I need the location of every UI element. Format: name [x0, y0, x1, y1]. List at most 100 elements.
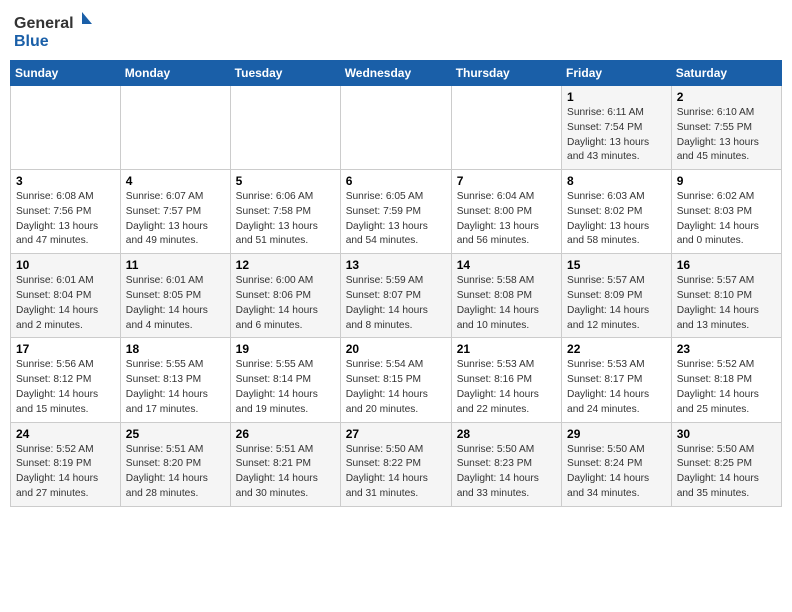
day-info: Sunrise: 6:06 AM Sunset: 7:58 PM Dayligh…	[236, 190, 335, 249]
weekday-header-sunday: Sunday	[11, 61, 121, 86]
calendar-cell: 25 Sunrise: 5:51 AM Sunset: 8:20 PM Dayli…	[120, 422, 230, 506]
calendar-cell: 26 Sunrise: 5:51 AM Sunset: 8:21 PM Dayli…	[230, 422, 340, 506]
day-number: 1	[567, 90, 666, 104]
calendar-week-row: 3 Sunrise: 6:08 AM Sunset: 7:56 PM Daylig…	[11, 170, 782, 254]
calendar-cell: 22Sunrise: 5:53 AM Sunset: 8:17 PM Dayli…	[562, 338, 672, 422]
day-number: 20	[346, 342, 446, 356]
day-info: Sunrise: 5:55 AM Sunset: 8:13 PM Dayligh…	[126, 358, 225, 417]
calendar-week-row: 1Sunrise: 6:11 AM Sunset: 7:54 PM Daylig…	[11, 86, 782, 170]
calendar-cell: 12 Sunrise: 6:00 AM Sunset: 8:06 PM Dayli…	[230, 254, 340, 338]
calendar-cell: 23 Sunrise: 5:52 AM Sunset: 8:18 PM Dayli…	[671, 338, 781, 422]
calendar-cell: 16 Sunrise: 5:57 AM Sunset: 8:10 PM Dayli…	[671, 254, 781, 338]
calendar-cell: 13 Sunrise: 5:59 AM Sunset: 8:07 PM Dayli…	[340, 254, 451, 338]
day-number: 17	[16, 342, 115, 356]
day-info: Sunrise: 5:51 AM Sunset: 8:21 PM Dayligh…	[236, 443, 335, 502]
day-number: 8	[567, 174, 666, 188]
day-info: Sunrise: 5:50 AM Sunset: 8:23 PM Dayligh…	[457, 443, 556, 502]
weekday-header-saturday: Saturday	[671, 61, 781, 86]
calendar-cell: 18Sunrise: 5:55 AM Sunset: 8:13 PM Dayli…	[120, 338, 230, 422]
day-info: Sunrise: 6:10 AM Sunset: 7:55 PM Dayligh…	[677, 106, 776, 165]
day-info: Sunrise: 5:54 AM Sunset: 8:15 PM Dayligh…	[346, 358, 446, 417]
day-info: Sunrise: 6:00 AM Sunset: 8:06 PM Dayligh…	[236, 274, 335, 333]
calendar-week-row: 24 Sunrise: 5:52 AM Sunset: 8:19 PM Dayli…	[11, 422, 782, 506]
day-info: Sunrise: 6:08 AM Sunset: 7:56 PM Dayligh…	[16, 190, 115, 249]
calendar-cell	[451, 86, 561, 170]
day-number: 5	[236, 174, 335, 188]
day-info: Sunrise: 6:05 AM Sunset: 7:59 PM Dayligh…	[346, 190, 446, 249]
calendar-cell: 2 Sunrise: 6:10 AM Sunset: 7:55 PM Daylig…	[671, 86, 781, 170]
day-info: Sunrise: 5:56 AM Sunset: 8:12 PM Dayligh…	[16, 358, 115, 417]
svg-text:Blue: Blue	[14, 33, 49, 50]
day-info: Sunrise: 5:50 AM Sunset: 8:25 PM Dayligh…	[677, 443, 776, 502]
weekday-header-row: SundayMondayTuesdayWednesdayThursdayFrid…	[11, 61, 782, 86]
calendar-cell: 4 Sunrise: 6:07 AM Sunset: 7:57 PM Daylig…	[120, 170, 230, 254]
day-info: Sunrise: 5:58 AM Sunset: 8:08 PM Dayligh…	[457, 274, 556, 333]
day-number: 11	[126, 258, 225, 272]
day-number: 12	[236, 258, 335, 272]
day-number: 21	[457, 342, 556, 356]
calendar-week-row: 17 Sunrise: 5:56 AM Sunset: 8:12 PM Dayli…	[11, 338, 782, 422]
calendar-cell: 14 Sunrise: 5:58 AM Sunset: 8:08 PM Dayli…	[451, 254, 561, 338]
calendar-cell: 30 Sunrise: 5:50 AM Sunset: 8:25 PM Dayli…	[671, 422, 781, 506]
calendar-cell: 15Sunrise: 5:57 AM Sunset: 8:09 PM Dayli…	[562, 254, 672, 338]
calendar-cell: 24 Sunrise: 5:52 AM Sunset: 8:19 PM Dayli…	[11, 422, 121, 506]
day-number: 26	[236, 427, 335, 441]
day-info: Sunrise: 6:03 AM Sunset: 8:02 PM Dayligh…	[567, 190, 666, 249]
day-number: 7	[457, 174, 556, 188]
svg-text:General: General	[14, 15, 74, 32]
calendar-cell: 8 Sunrise: 6:03 AM Sunset: 8:02 PM Daylig…	[562, 170, 672, 254]
page-header: General Blue	[10, 10, 782, 52]
calendar-cell: 29 Sunrise: 5:50 AM Sunset: 8:24 PM Dayli…	[562, 422, 672, 506]
day-number: 3	[16, 174, 115, 188]
weekday-header-tuesday: Tuesday	[230, 61, 340, 86]
logo-svg: General Blue	[14, 10, 94, 52]
day-info: Sunrise: 5:52 AM Sunset: 8:19 PM Dayligh…	[16, 443, 115, 502]
calendar-cell: 5 Sunrise: 6:06 AM Sunset: 7:58 PM Daylig…	[230, 170, 340, 254]
day-number: 14	[457, 258, 556, 272]
day-info: Sunrise: 5:53 AM Sunset: 8:17 PM Dayligh…	[567, 358, 666, 417]
day-info: Sunrise: 6:07 AM Sunset: 7:57 PM Dayligh…	[126, 190, 225, 249]
day-number: 16	[677, 258, 776, 272]
weekday-header-friday: Friday	[562, 61, 672, 86]
day-number: 13	[346, 258, 446, 272]
calendar-cell	[340, 86, 451, 170]
day-info: Sunrise: 5:50 AM Sunset: 8:22 PM Dayligh…	[346, 443, 446, 502]
day-info: Sunrise: 5:57 AM Sunset: 8:10 PM Dayligh…	[677, 274, 776, 333]
day-number: 4	[126, 174, 225, 188]
day-number: 19	[236, 342, 335, 356]
calendar-cell: 21Sunrise: 5:53 AM Sunset: 8:16 PM Dayli…	[451, 338, 561, 422]
calendar-cell: 28Sunrise: 5:50 AM Sunset: 8:23 PM Dayli…	[451, 422, 561, 506]
calendar-cell: 6Sunrise: 6:05 AM Sunset: 7:59 PM Daylig…	[340, 170, 451, 254]
day-info: Sunrise: 6:02 AM Sunset: 8:03 PM Dayligh…	[677, 190, 776, 249]
calendar-week-row: 10 Sunrise: 6:01 AM Sunset: 8:04 PM Dayli…	[11, 254, 782, 338]
day-number: 29	[567, 427, 666, 441]
day-number: 2	[677, 90, 776, 104]
calendar-cell: 3 Sunrise: 6:08 AM Sunset: 7:56 PM Daylig…	[11, 170, 121, 254]
day-number: 10	[16, 258, 115, 272]
day-number: 23	[677, 342, 776, 356]
day-number: 9	[677, 174, 776, 188]
day-info: Sunrise: 5:50 AM Sunset: 8:24 PM Dayligh…	[567, 443, 666, 502]
calendar-cell: 7Sunrise: 6:04 AM Sunset: 8:00 PM Daylig…	[451, 170, 561, 254]
day-info: Sunrise: 5:52 AM Sunset: 8:18 PM Dayligh…	[677, 358, 776, 417]
day-number: 25	[126, 427, 225, 441]
weekday-header-wednesday: Wednesday	[340, 61, 451, 86]
calendar-cell: 19 Sunrise: 5:55 AM Sunset: 8:14 PM Dayli…	[230, 338, 340, 422]
calendar-cell	[120, 86, 230, 170]
calendar-cell: 1Sunrise: 6:11 AM Sunset: 7:54 PM Daylig…	[562, 86, 672, 170]
day-number: 24	[16, 427, 115, 441]
calendar-table: SundayMondayTuesdayWednesdayThursdayFrid…	[10, 60, 782, 507]
calendar-cell: 11Sunrise: 6:01 AM Sunset: 8:05 PM Dayli…	[120, 254, 230, 338]
calendar-cell: 20 Sunrise: 5:54 AM Sunset: 8:15 PM Dayli…	[340, 338, 451, 422]
calendar-cell: 10 Sunrise: 6:01 AM Sunset: 8:04 PM Dayli…	[11, 254, 121, 338]
day-info: Sunrise: 5:55 AM Sunset: 8:14 PM Dayligh…	[236, 358, 335, 417]
calendar-cell	[230, 86, 340, 170]
weekday-header-thursday: Thursday	[451, 61, 561, 86]
day-info: Sunrise: 5:51 AM Sunset: 8:20 PM Dayligh…	[126, 443, 225, 502]
day-info: Sunrise: 6:01 AM Sunset: 8:04 PM Dayligh…	[16, 274, 115, 333]
day-info: Sunrise: 5:59 AM Sunset: 8:07 PM Dayligh…	[346, 274, 446, 333]
day-info: Sunrise: 5:57 AM Sunset: 8:09 PM Dayligh…	[567, 274, 666, 333]
logo: General Blue	[14, 10, 94, 52]
day-number: 30	[677, 427, 776, 441]
weekday-header-monday: Monday	[120, 61, 230, 86]
